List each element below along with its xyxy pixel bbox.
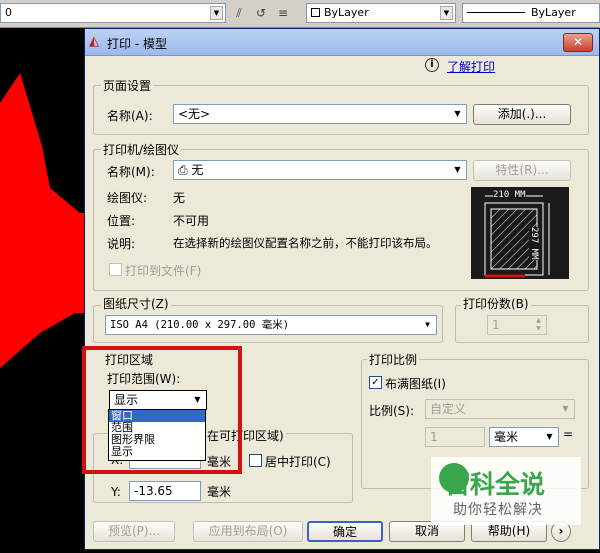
scale-select[interactable]: 自定义 ▼ bbox=[425, 399, 575, 419]
linetype-combo[interactable]: ByLayer bbox=[462, 3, 600, 23]
color-combo[interactable]: ByLayer ▼ bbox=[306, 3, 456, 23]
paper-size-value: ISO A4 (210.00 x 297.00 毫米) bbox=[110, 319, 290, 331]
center-plot-label: 居中打印(C) bbox=[265, 455, 331, 469]
watermark-title: 百科全说 bbox=[445, 470, 546, 499]
offset-y-label: Y: bbox=[111, 485, 121, 499]
offset-y-value: -13.65 bbox=[134, 484, 173, 498]
scale-value1: 1 bbox=[430, 430, 438, 444]
fit-paper-label: 布满图纸(I) bbox=[385, 377, 446, 391]
copies-value: 1 bbox=[492, 318, 500, 332]
add-page-setup-button[interactable]: 添加(.)... bbox=[473, 104, 571, 125]
chevron-down-icon: ▼ bbox=[210, 6, 223, 20]
plotter-name-select[interactable]: ⎙ 无 ▼ bbox=[173, 160, 467, 180]
offset-y-input[interactable]: -13.65 bbox=[129, 481, 201, 501]
description-label: 说明: bbox=[107, 237, 136, 251]
dialog-titlebar: ◭ 打印 - 模型 ✕ bbox=[85, 29, 599, 56]
layer-combo[interactable]: 0 ▼ bbox=[0, 3, 226, 23]
scale-unit-select[interactable]: 毫米 ▼ bbox=[489, 427, 559, 447]
center-plot-checkbox[interactable] bbox=[249, 454, 262, 467]
location-value: 不可用 bbox=[173, 214, 210, 228]
page-setup-name-select[interactable]: <无> ▼ bbox=[173, 104, 467, 124]
paper-size-label: 图纸尺寸(Z) bbox=[101, 295, 171, 312]
scale-equals: = bbox=[563, 427, 574, 441]
scale-value: 自定义 bbox=[430, 402, 467, 416]
offset-y-unit: 毫米 bbox=[207, 485, 232, 499]
layer-match-icon[interactable]: ≡ bbox=[274, 4, 292, 22]
info-icon: i bbox=[425, 58, 439, 72]
copies-input[interactable]: 1 ▲ ▼ bbox=[487, 315, 547, 335]
plotter-group-label: 打印机/绘图仪 bbox=[101, 141, 182, 158]
color-swatch-icon bbox=[311, 8, 320, 17]
printer-icon: ⎙ bbox=[178, 163, 192, 177]
chevron-down-icon: ▼ bbox=[425, 320, 430, 329]
preview-height-label: 297 MM bbox=[529, 227, 539, 260]
dialog-title: 打印 - 模型 bbox=[107, 37, 167, 51]
page-setup-name-value: <无> bbox=[178, 107, 211, 121]
color-value: ByLayer bbox=[324, 6, 369, 19]
paper-size-select[interactable]: ISO A4 (210.00 x 297.00 毫米) ▼ bbox=[105, 315, 437, 335]
ok-button[interactable]: 确定 bbox=[307, 521, 383, 542]
print-to-file-checkbox[interactable] bbox=[109, 263, 122, 276]
description-value: 在选择新的绘图仪配置名称之前，不能打印该布局。 bbox=[173, 236, 438, 250]
spin-down-icon[interactable]: ▼ bbox=[532, 325, 545, 333]
preview-button[interactable]: 预览(P)... bbox=[93, 521, 175, 542]
red-star-shape bbox=[0, 73, 86, 368]
preview-width-label: 210 MM bbox=[493, 190, 526, 200]
linetype-line-icon bbox=[467, 12, 525, 13]
paper-preview-graphic bbox=[484, 195, 550, 278]
scale-value1-input[interactable]: 1 bbox=[425, 427, 485, 447]
plotter-value: 无 bbox=[173, 191, 186, 205]
chevron-down-icon: ▼ bbox=[454, 165, 461, 174]
paper-preview: 210 MM 297 MM bbox=[471, 187, 569, 279]
scale-unit-value: 毫米 bbox=[494, 430, 519, 444]
chevron-down-icon: ▼ bbox=[440, 6, 453, 20]
plotter-name-label: 名称(M): bbox=[107, 165, 155, 179]
copies-label: 打印份数(B) bbox=[461, 295, 531, 312]
location-label: 位置: bbox=[107, 214, 136, 228]
plotter-name-value: 无 bbox=[191, 163, 204, 177]
help-link[interactable]: 了解打印 bbox=[447, 58, 495, 75]
plot-scale-label: 打印比例 bbox=[367, 351, 420, 368]
chevron-down-icon: ▼ bbox=[546, 432, 553, 441]
autocad-logo-icon: ◭ bbox=[89, 34, 99, 49]
page-setup-label: 页面设置 bbox=[101, 77, 154, 94]
page-setup-name-label: 名称(A): bbox=[107, 109, 153, 123]
layer-previous-icon[interactable]: ↺ bbox=[252, 4, 270, 22]
chevron-down-icon: ▼ bbox=[562, 404, 569, 413]
apply-to-layout-button[interactable]: 应用到布局(O) bbox=[193, 521, 303, 542]
watermark: 百科全说 助你轻松解决 bbox=[431, 457, 581, 525]
spin-up-icon[interactable]: ▲ bbox=[532, 317, 545, 325]
layer-state-icon[interactable]: ⫽ bbox=[230, 4, 248, 22]
watermark-subtitle: 助你轻松解决 bbox=[453, 502, 543, 518]
close-button[interactable]: ✕ bbox=[563, 33, 593, 52]
drawing-canvas[interactable] bbox=[0, 28, 86, 550]
layer-value: 0 bbox=[5, 6, 12, 19]
fit-paper-checkbox[interactable]: ✓ bbox=[369, 376, 382, 389]
plotter-properties-button[interactable]: 特性(R)... bbox=[473, 160, 571, 181]
print-to-file-label: 打印到文件(F) bbox=[125, 264, 202, 278]
cad-toolbar: 0 ▼ ⫽ ↺ ≡ ByLayer ▼ ByLayer bbox=[0, 0, 600, 28]
linetype-value: ByLayer bbox=[531, 6, 576, 19]
plotter-label: 绘图仪: bbox=[107, 191, 148, 205]
chevron-down-icon: ▼ bbox=[454, 109, 461, 118]
scale-label: 比例(S): bbox=[369, 404, 415, 418]
highlight-box bbox=[82, 346, 242, 474]
